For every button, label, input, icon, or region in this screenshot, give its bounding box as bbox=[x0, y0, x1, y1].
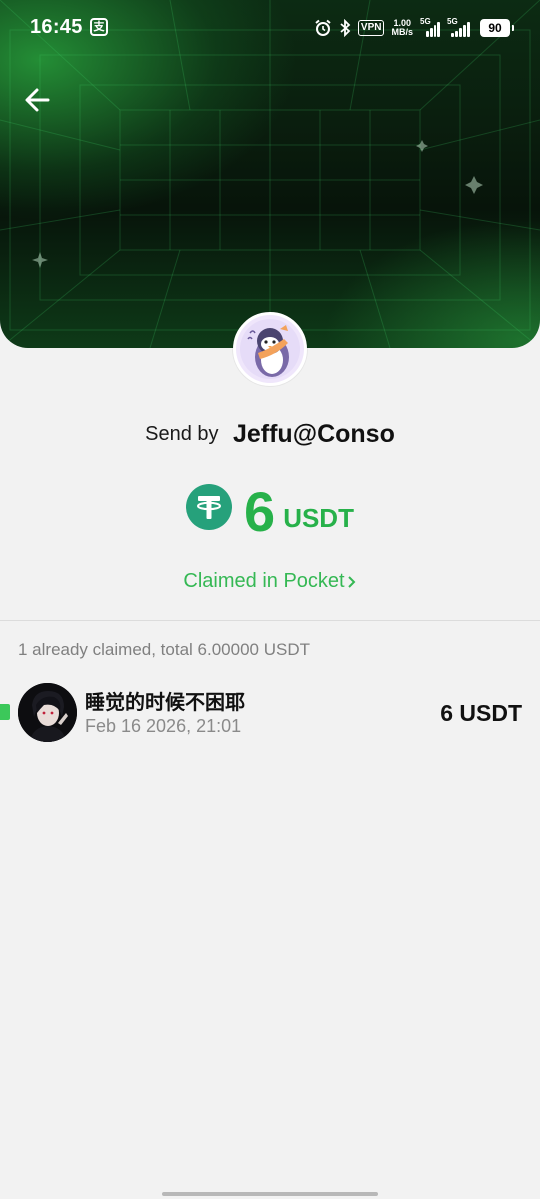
claimer-name: 睡觉的时候不困耶 bbox=[85, 690, 245, 714]
signal-sim1-icon: 5G bbox=[420, 17, 440, 37]
chevron-right-icon bbox=[347, 576, 356, 588]
claim-time: Feb 16 2026, 21:01 bbox=[85, 716, 242, 736]
section-divider bbox=[0, 620, 540, 621]
network-speed: 1.00 MB/s bbox=[391, 19, 413, 37]
list-item[interactable]: 睡觉的时候不困耶 Feb 16 2026, 21:01 6 USDT bbox=[0, 680, 540, 746]
claimer-avatar bbox=[18, 683, 77, 742]
red-packet-detail-screen: 16:45 支 VPN 1.00 MB/s 5G 5G 90 Send by J… bbox=[0, 0, 540, 1199]
best-luck-marker-icon bbox=[0, 704, 10, 720]
claimed-link-label: Claimed in Pocket bbox=[183, 570, 345, 592]
send-by-label: Send by bbox=[145, 423, 219, 445]
tether-icon bbox=[186, 484, 233, 530]
alipay-notification-icon: 支 bbox=[90, 18, 108, 36]
amount-row: 6 USDT bbox=[0, 482, 540, 542]
penguin-avatar-image bbox=[236, 315, 304, 383]
header-banner: 16:45 支 VPN 1.00 MB/s 5G 5G 90 bbox=[0, 0, 540, 348]
back-button[interactable] bbox=[20, 82, 56, 118]
claim-summary: 1 already claimed, total 6.00000 USDT bbox=[18, 640, 310, 659]
arrow-left-icon bbox=[25, 88, 50, 112]
sender-avatar bbox=[233, 312, 307, 386]
battery-icon: 90 bbox=[480, 19, 514, 37]
claim-amount: 6 USDT bbox=[440, 700, 522, 726]
status-time: 16:45 bbox=[30, 16, 83, 38]
amount-unit: USDT bbox=[283, 503, 354, 533]
sender-name: Jeffu@Conso bbox=[232, 420, 395, 448]
sim1-label: 5G bbox=[420, 17, 431, 26]
alarm-icon bbox=[315, 19, 331, 36]
status-bar: 16:45 支 VPN 1.00 MB/s 5G 5G 90 bbox=[0, 0, 540, 56]
amount-value: 6 bbox=[244, 480, 276, 543]
sim2-label: 5G bbox=[447, 17, 458, 26]
sender-line: Send by Jeffu@Conso bbox=[0, 420, 540, 449]
claimed-in-pocket-link[interactable]: Claimed in Pocket bbox=[0, 570, 540, 593]
claimer-avatar-image bbox=[18, 683, 77, 742]
bluetooth-icon bbox=[340, 19, 351, 37]
signal-sim2-icon: 5G bbox=[447, 17, 473, 37]
status-indicators: VPN 1.00 MB/s 5G 5G 90 bbox=[314, 16, 514, 40]
vpn-badge: VPN bbox=[357, 20, 385, 36]
home-indicator[interactable] bbox=[162, 1192, 378, 1196]
network-speed-unit: MB/s bbox=[391, 27, 413, 37]
